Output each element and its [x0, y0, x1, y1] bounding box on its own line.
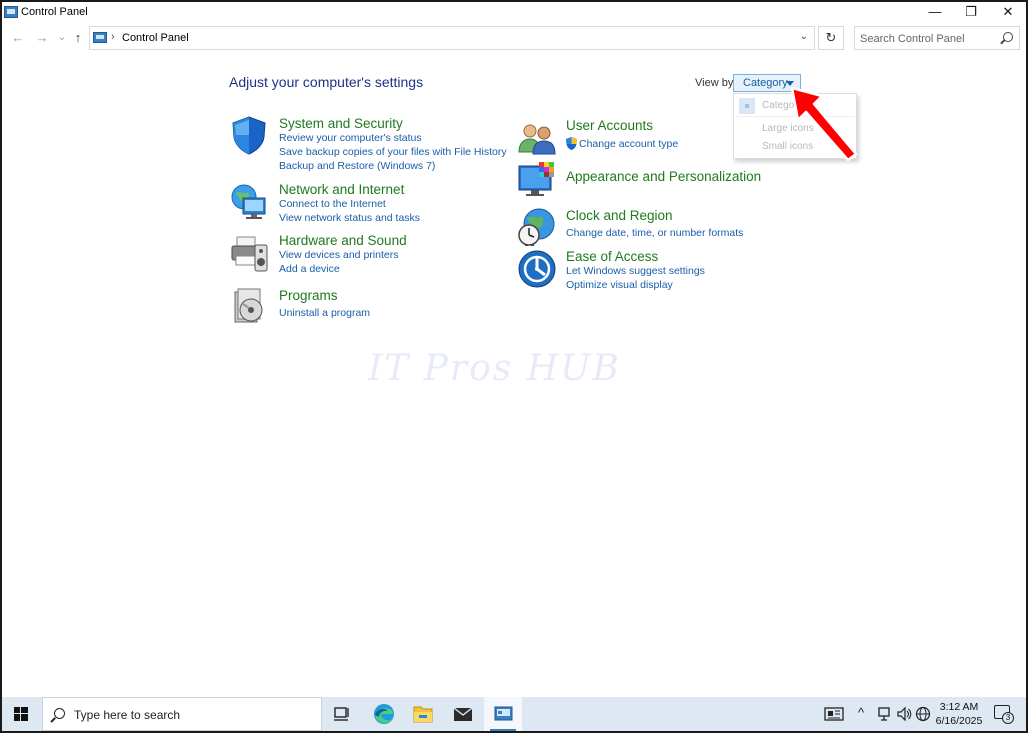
- taskbar-clock[interactable]: 3:12 AM 6/16/2025: [932, 700, 986, 728]
- show-hidden-icons-button[interactable]: ^: [858, 705, 864, 720]
- control-panel-window: Control Panel — ❐ ✕ ← → ⌄ ↑ › Control Pa…: [0, 0, 1028, 733]
- globe-network-icon[interactable]: [229, 182, 269, 222]
- view-by-value: Category: [743, 77, 788, 89]
- breadcrumb-separator[interactable]: ›: [111, 31, 115, 43]
- category-title[interactable]: Clock and Region: [566, 208, 673, 223]
- category-link[interactable]: Optimize visual display: [566, 279, 673, 291]
- category-link[interactable]: Uninstall a program: [279, 307, 370, 319]
- address-bar[interactable]: › Control Panel ⌄: [89, 26, 815, 50]
- clock-time: 3:12 AM: [939, 701, 979, 713]
- red-arrow-icon: [790, 86, 858, 162]
- edge-icon[interactable]: [365, 697, 403, 731]
- printer-speaker-icon[interactable]: [229, 233, 269, 273]
- search-icon: [54, 708, 65, 719]
- ease-of-access-icon[interactable]: [517, 249, 557, 289]
- page-title: Adjust your computer's settings: [229, 74, 424, 90]
- category-link[interactable]: Change account type: [579, 138, 678, 150]
- up-button[interactable]: ↑: [70, 30, 86, 46]
- refresh-button[interactable]: ↻: [818, 26, 844, 50]
- volume-icon[interactable]: [896, 706, 912, 725]
- close-button[interactable]: ✕: [990, 2, 1026, 24]
- news-widget-icon[interactable]: [824, 706, 844, 725]
- category-title[interactable]: Programs: [279, 288, 338, 303]
- meet-now-icon[interactable]: [877, 706, 891, 725]
- control-panel-icon: [93, 32, 107, 43]
- search-input[interactable]: [860, 31, 1000, 46]
- navigation-bar: ← → ⌄ ↑ › Control Panel ⌄ ↻: [2, 26, 1026, 52]
- start-button[interactable]: [2, 697, 40, 731]
- task-view-icon[interactable]: [322, 697, 360, 731]
- category-title[interactable]: Appearance and Personalization: [566, 169, 761, 184]
- title-bar: Control Panel — ❐ ✕: [2, 2, 1026, 24]
- file-explorer-icon[interactable]: [404, 697, 442, 731]
- clock-date: 6/16/2025: [935, 715, 983, 727]
- breadcrumb-control-panel[interactable]: Control Panel: [122, 32, 189, 44]
- watermark-logo: IT Pros HUB: [368, 348, 621, 389]
- control-panel-icon: [4, 6, 18, 18]
- category-title[interactable]: Ease of Access: [566, 249, 658, 264]
- taskbar-search[interactable]: [42, 697, 322, 731]
- forward-button[interactable]: →: [34, 30, 50, 46]
- window-title: Control Panel: [21, 6, 88, 18]
- taskbar: ^ 3:12 AM 6/16/2025 3: [2, 697, 1026, 731]
- mail-icon[interactable]: [444, 697, 482, 731]
- category-title[interactable]: Network and Internet: [279, 182, 404, 197]
- category-title[interactable]: System and Security: [279, 116, 403, 131]
- category-link[interactable]: Backup and Restore (Windows 7): [279, 160, 435, 172]
- category-link[interactable]: Let Windows suggest settings: [566, 265, 705, 277]
- clock-globe-icon[interactable]: [517, 207, 557, 247]
- chevron-down-icon[interactable]: ⌄: [800, 31, 808, 42]
- shield-icon[interactable]: [229, 115, 269, 155]
- monitor-palette-icon[interactable]: [517, 160, 557, 200]
- network-globe-icon[interactable]: [915, 706, 931, 725]
- category-link[interactable]: Review your computer's status: [279, 132, 422, 144]
- selected-bullet-icon: [739, 98, 755, 114]
- search-icon[interactable]: [1003, 32, 1013, 42]
- recent-locations-button[interactable]: ⌄: [54, 30, 70, 46]
- users-icon[interactable]: [517, 118, 557, 158]
- taskbar-search-input[interactable]: [74, 706, 304, 724]
- programs-disc-icon[interactable]: [229, 286, 269, 326]
- minimize-button[interactable]: —: [917, 2, 953, 24]
- category-link[interactable]: Add a device: [279, 263, 340, 275]
- category-link[interactable]: View devices and printers: [279, 249, 398, 261]
- back-button[interactable]: ←: [10, 30, 26, 46]
- search-box[interactable]: [854, 26, 1020, 50]
- windows-logo-icon: [14, 707, 28, 721]
- category-link[interactable]: View network status and tasks: [279, 212, 420, 224]
- category-link[interactable]: Change date, time, or number formats: [566, 227, 743, 239]
- notification-count-badge: 3: [1002, 712, 1014, 724]
- view-by-label: View by:: [695, 77, 737, 89]
- category-link[interactable]: Connect to the Internet: [279, 198, 386, 210]
- control-panel-icon[interactable]: [484, 697, 522, 731]
- category-title[interactable]: User Accounts: [566, 118, 653, 133]
- restore-button[interactable]: ❐: [953, 2, 989, 24]
- uac-shield-icon: [566, 137, 577, 150]
- category-title[interactable]: Hardware and Sound: [279, 233, 407, 248]
- category-link[interactable]: Save backup copies of your files with Fi…: [279, 146, 507, 158]
